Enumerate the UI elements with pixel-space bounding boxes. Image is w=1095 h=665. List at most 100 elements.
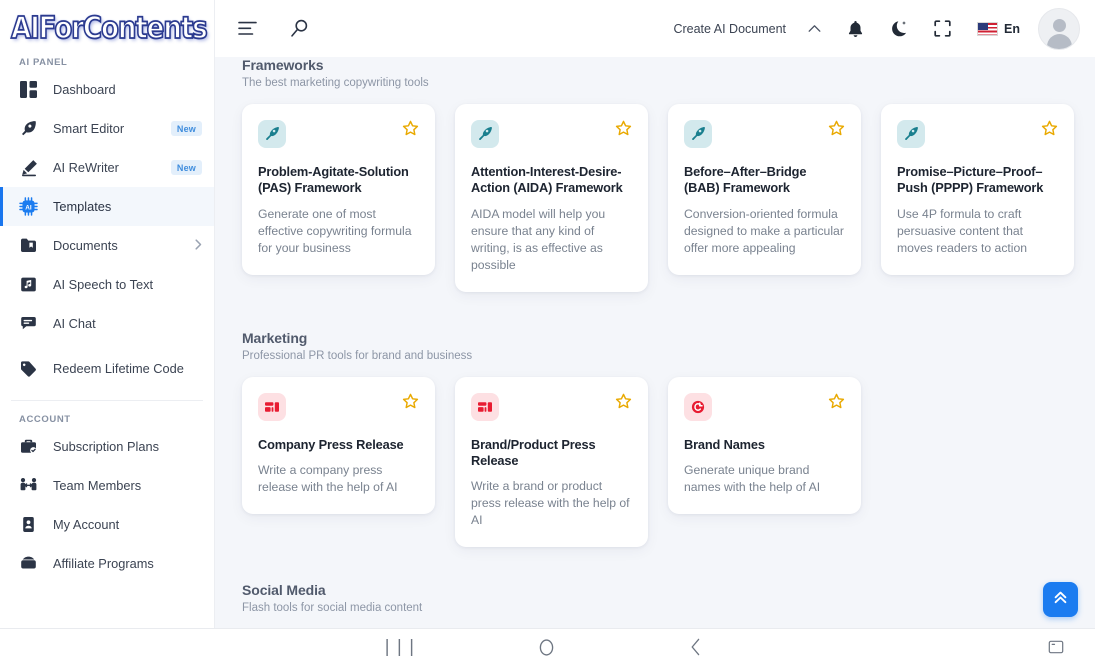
sidebar: AIForContents AI PANEL Dashboard Smart E…	[0, 0, 215, 628]
sidebar-item-smart-editor[interactable]: Smart Editor New	[0, 109, 214, 148]
sidebar-item-label: Subscription Plans	[53, 439, 159, 454]
header-left-controls	[215, 16, 312, 42]
sidebar-item-my-account[interactable]: My Account	[0, 505, 214, 544]
sidebar-item-ai-chat[interactable]: AI Chat	[0, 304, 214, 343]
card-description: Generate one of most effective copywriti…	[258, 206, 412, 255]
chevron-right-icon	[195, 238, 202, 253]
sidebar-item-affiliate-programs[interactable]: Affiliate Programs	[0, 544, 214, 583]
fullscreen-icon[interactable]	[934, 20, 951, 37]
notification-bell-icon[interactable]	[847, 20, 864, 38]
language-selector[interactable]: En	[977, 21, 1020, 36]
favorite-star-icon[interactable]	[402, 393, 419, 410]
card-description: AIDA model will help you ensure that any…	[471, 206, 606, 272]
brand-badge-icon	[684, 392, 712, 421]
scroll-to-top-button[interactable]	[1043, 582, 1078, 617]
search-icon[interactable]	[286, 16, 312, 42]
sidebar-section-ai-panel-label: AI PANEL	[19, 57, 68, 68]
sidebar-section-account-label: ACCOUNT	[19, 414, 71, 425]
sidebar-item-label: My Account	[53, 517, 120, 532]
section-title: Social Media	[242, 582, 326, 599]
press-release-icon	[258, 392, 286, 421]
sidebar-item-label: Templates	[53, 199, 112, 214]
hamburger-menu-icon[interactable]	[234, 16, 260, 42]
section-title: Marketing	[242, 329, 308, 346]
sidebar-item-label: Dashboard	[53, 82, 116, 97]
favorite-star-icon[interactable]	[828, 120, 845, 137]
card-title: Attention-Interest-Desire-Action (AIDA) …	[471, 164, 623, 196]
section-subtitle: The best marketing copywriting tools	[242, 77, 429, 89]
sidebar-item-ai-rewriter[interactable]: AI ReWriter New	[0, 148, 214, 187]
us-flag-icon	[977, 21, 999, 36]
back-icon[interactable]	[690, 638, 701, 656]
sidebar-item-label: Affiliate Programs	[53, 556, 154, 571]
template-card[interactable]: Company Press Release Write a company pr…	[242, 376, 435, 514]
favorite-star-icon[interactable]	[1041, 120, 1058, 137]
template-card[interactable]: Brand/Product Press Release Write a bran…	[455, 376, 648, 548]
double-chevron-up-icon	[1052, 589, 1069, 611]
template-card[interactable]: Brand Names Generate unique brand names …	[668, 376, 861, 514]
id-card-icon	[19, 515, 38, 534]
card-title: Before–After–Bridge (BAB) Framework	[684, 164, 807, 196]
header-right-controls: Create AI Document En	[673, 7, 1095, 50]
sidebar-item-team-members[interactable]: Team Members	[0, 466, 214, 505]
home-icon[interactable]	[538, 638, 555, 657]
favorite-star-icon[interactable]	[615, 393, 632, 410]
fountain-pen-icon	[258, 120, 286, 148]
template-card[interactable]: Problem-Agitate-Solution (PAS) Framework…	[242, 104, 435, 275]
favorite-star-icon[interactable]	[615, 120, 632, 137]
ai-chip-icon: AI	[19, 197, 38, 216]
sidebar-nav-account: Subscription Plans Team Members My Accou…	[0, 427, 214, 583]
sidebar-item-templates[interactable]: AI Templates	[0, 187, 214, 226]
card-title: Company Press Release	[258, 436, 404, 452]
sidebar-item-documents[interactable]: Documents	[0, 226, 214, 265]
sidebar-divider	[11, 400, 203, 401]
card-title: Brand Names	[684, 436, 765, 452]
recents-icon[interactable]: |||	[382, 637, 419, 657]
feather-pen-icon	[19, 119, 38, 138]
sidebar-item-subscription-plans[interactable]: Subscription Plans	[0, 427, 214, 466]
pencil-icon	[19, 158, 38, 177]
section-header-social-media: Social Media Flash tools for social medi…	[242, 547, 1075, 614]
fountain-pen-icon	[471, 120, 499, 148]
card-grid-frameworks: Problem-Agitate-Solution (PAS) Framework…	[242, 104, 1075, 292]
card-description: Use 4P formula to craft persuasive conte…	[897, 206, 1028, 255]
chat-bubble-icon	[19, 314, 38, 333]
sidebar-item-ai-speech-to-text[interactable]: AI Speech to Text	[0, 265, 214, 304]
sidebar-item-redeem-lifetime-code[interactable]: Redeem Lifetime Code	[0, 349, 214, 388]
create-ai-document-button[interactable]: Create AI Document	[673, 22, 786, 36]
sidebar-item-label: AI Speech to Text	[53, 277, 154, 292]
card-title: Brand/Product Press Release	[471, 436, 596, 468]
template-card[interactable]: Promise–Picture–Proof–Push (PPPP) Framew…	[881, 104, 1074, 275]
team-members-icon	[19, 476, 38, 495]
moon-dark-mode-icon[interactable]	[890, 20, 908, 38]
section-subtitle: Flash tools for social media content	[242, 602, 423, 615]
sidebar-nav-ai: Dashboard Smart Editor New AI ReWriter N…	[0, 70, 214, 388]
top-header: Create AI Document En	[215, 0, 1095, 57]
chevron-up-icon[interactable]	[808, 24, 821, 33]
documents-folder-icon	[19, 236, 38, 255]
sidebar-badge-new: New	[170, 121, 202, 136]
app-logo[interactable]: AIForContents	[0, 0, 214, 57]
folder-music-icon	[19, 275, 38, 294]
fountain-pen-icon	[684, 120, 712, 148]
section-subtitle: Professional PR tools for brand and busi…	[242, 349, 473, 362]
fountain-pen-icon	[897, 120, 925, 148]
favorite-star-icon[interactable]	[402, 120, 419, 137]
template-card[interactable]: Attention-Interest-Desire-Action (AIDA) …	[455, 104, 648, 292]
press-release-icon	[471, 392, 499, 421]
handshake-icon	[19, 554, 38, 573]
template-card[interactable]: Before–After–Bridge (BAB) Framework Conv…	[668, 104, 861, 275]
briefcase-check-icon	[19, 437, 38, 456]
logo-text: AIForContents	[10, 10, 208, 47]
sidebar-item-dashboard[interactable]: Dashboard	[0, 70, 214, 109]
card-description: Write a company press release with the h…	[258, 462, 398, 494]
sidebar-item-label: AI Chat	[53, 316, 96, 331]
minimize-keyboard-icon[interactable]	[1048, 639, 1064, 655]
sidebar-item-label: AI ReWriter	[53, 160, 119, 175]
avatar[interactable]	[1038, 7, 1080, 50]
card-description: Generate unique brand names with the hel…	[684, 462, 821, 494]
card-title: Promise–Picture–Proof–Push (PPPP) Framew…	[897, 164, 1044, 196]
card-description: Conversion-oriented formula designed to …	[684, 206, 844, 255]
favorite-star-icon[interactable]	[828, 393, 845, 410]
android-navigation-bar: |||	[0, 628, 1095, 665]
